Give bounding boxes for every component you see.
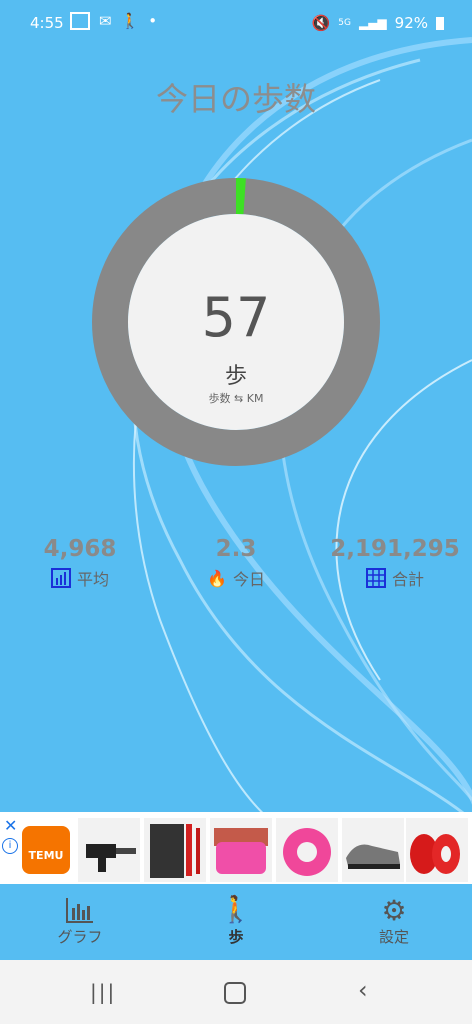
- ad-brand: TEMU: [28, 849, 64, 862]
- stat-today: 2.3 🔥 今日: [186, 536, 286, 590]
- step-display: 57 歩 歩数 ⇆ KM: [130, 216, 342, 428]
- ad-product-pillowcase[interactable]: [210, 818, 272, 882]
- info-icon[interactable]: i: [2, 838, 18, 854]
- ad-product-tools[interactable]: [144, 818, 206, 882]
- nav-settings[interactable]: ⚙ 設定: [334, 894, 454, 947]
- step-count: 57: [201, 286, 271, 349]
- nav-graph[interactable]: グラフ: [20, 894, 140, 947]
- mute-icon: 🔇: [311, 14, 331, 32]
- dot-icon: •: [148, 12, 158, 30]
- flame-icon: 🔥: [207, 568, 227, 588]
- bottom-nav: グラフ 🚶 歩 ⚙ 設定: [0, 884, 472, 960]
- ad-product-tape[interactable]: [406, 818, 468, 882]
- ad-product-blower[interactable]: [78, 818, 140, 882]
- status-bar: 4:55 ✉ 🚶 • 🔇 5G ▂▄▆ 92%: [0, 0, 472, 46]
- back-icon[interactable]: ‹: [358, 976, 368, 1004]
- unit-toggle[interactable]: 歩数 ⇆ KM: [130, 390, 342, 406]
- walking-icon: 🚶: [120, 12, 140, 30]
- stat-total: 2,191,295 合計: [330, 536, 460, 590]
- signal-icon: ▂▄▆: [358, 16, 387, 30]
- gear-icon: ⚙: [381, 893, 407, 927]
- home-icon[interactable]: [224, 982, 246, 1004]
- stat-average-label: 平均: [76, 570, 109, 589]
- stat-total-label: 合計: [391, 570, 424, 589]
- nav-graph-label: グラフ: [57, 928, 103, 946]
- stat-today-label: 今日: [232, 570, 265, 589]
- grid-chart-icon: [365, 568, 386, 588]
- ad-product-shoe[interactable]: [342, 818, 404, 882]
- close-icon[interactable]: ✕: [4, 816, 17, 835]
- bar-chart-icon: [50, 568, 71, 588]
- nav-steps[interactable]: 🚶 歩: [176, 894, 296, 947]
- recents-icon[interactable]: |||: [90, 980, 116, 1004]
- walking-nav-icon: 🚶: [219, 895, 253, 925]
- step-unit: 歩: [224, 364, 247, 389]
- mail-icon: ✉: [99, 12, 112, 30]
- nav-steps-label: 歩: [228, 928, 244, 946]
- ad-banner[interactable]: ✕ i TEMU: [0, 812, 472, 884]
- battery-icon: [436, 16, 444, 30]
- stat-average: 4,968 平均: [30, 536, 130, 590]
- stat-average-value: 4,968: [43, 536, 117, 562]
- ad-product-ring[interactable]: [276, 818, 338, 882]
- battery-text: 92%: [394, 14, 428, 32]
- stat-today-value: 2.3: [215, 536, 257, 562]
- bar-chart-nav-icon: [66, 898, 93, 923]
- sim-icon: [70, 12, 90, 30]
- temu-logo[interactable]: TEMU: [22, 826, 70, 874]
- signal-label: 5G: [338, 18, 351, 28]
- page-title: 今日の歩数: [155, 80, 316, 118]
- system-nav-bar: ||| ‹: [0, 960, 472, 1024]
- nav-settings-label: 設定: [378, 928, 409, 946]
- status-time: 4:55: [30, 14, 64, 32]
- stat-total-value: 2,191,295: [330, 536, 460, 562]
